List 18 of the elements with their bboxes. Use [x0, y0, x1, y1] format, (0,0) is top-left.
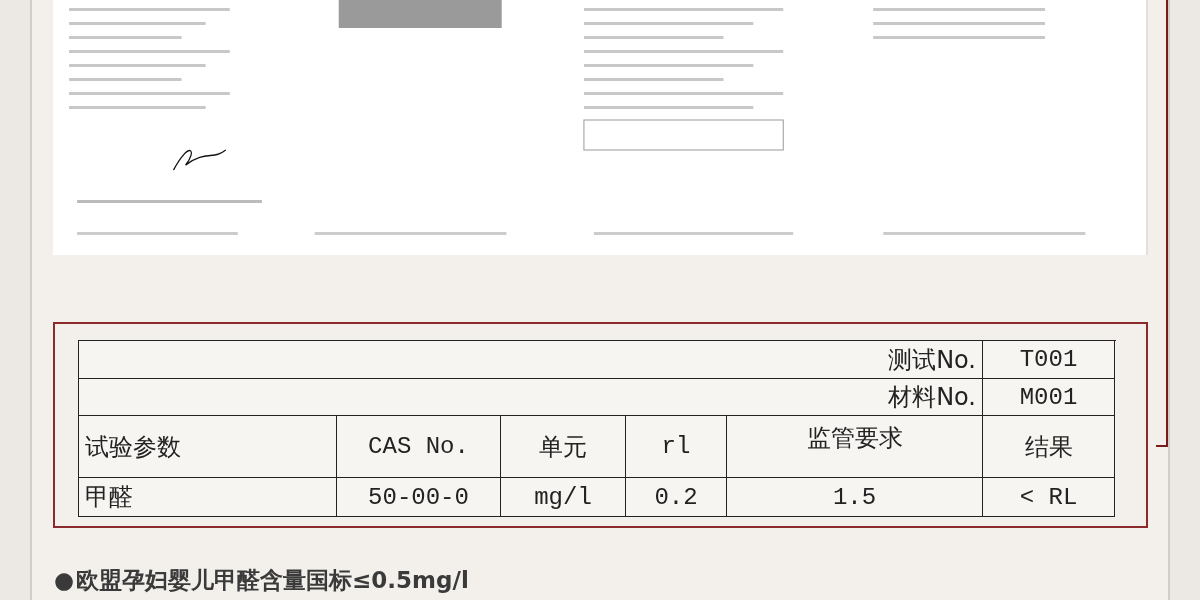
section-heading: 欧盟孕妇婴儿甲醛含量国标≤0.5mg/l [76, 566, 469, 594]
table-cell: 材料No. [79, 379, 983, 416]
column-header: rl [626, 416, 727, 478]
column-header: 结果 [983, 416, 1115, 478]
table-cell: T001 [983, 341, 1115, 379]
table-cell: 0.2 [626, 478, 727, 517]
column-header: 监管要求 [727, 416, 983, 478]
table-cell: mg/l [501, 478, 626, 517]
bullet: ● [54, 566, 75, 594]
table-cell: 测试No. [79, 341, 983, 379]
table-cell: < RL [983, 478, 1115, 517]
column-header: 试验参数 [79, 416, 337, 478]
table-cell: 50-00-0 [337, 478, 501, 517]
column-header: CAS No. [337, 416, 501, 478]
table-cell: 甲醛 [79, 478, 337, 517]
table-cell: M001 [983, 379, 1115, 416]
table-cell: 1.5 [727, 478, 983, 517]
column-header: 单元 [501, 416, 626, 478]
